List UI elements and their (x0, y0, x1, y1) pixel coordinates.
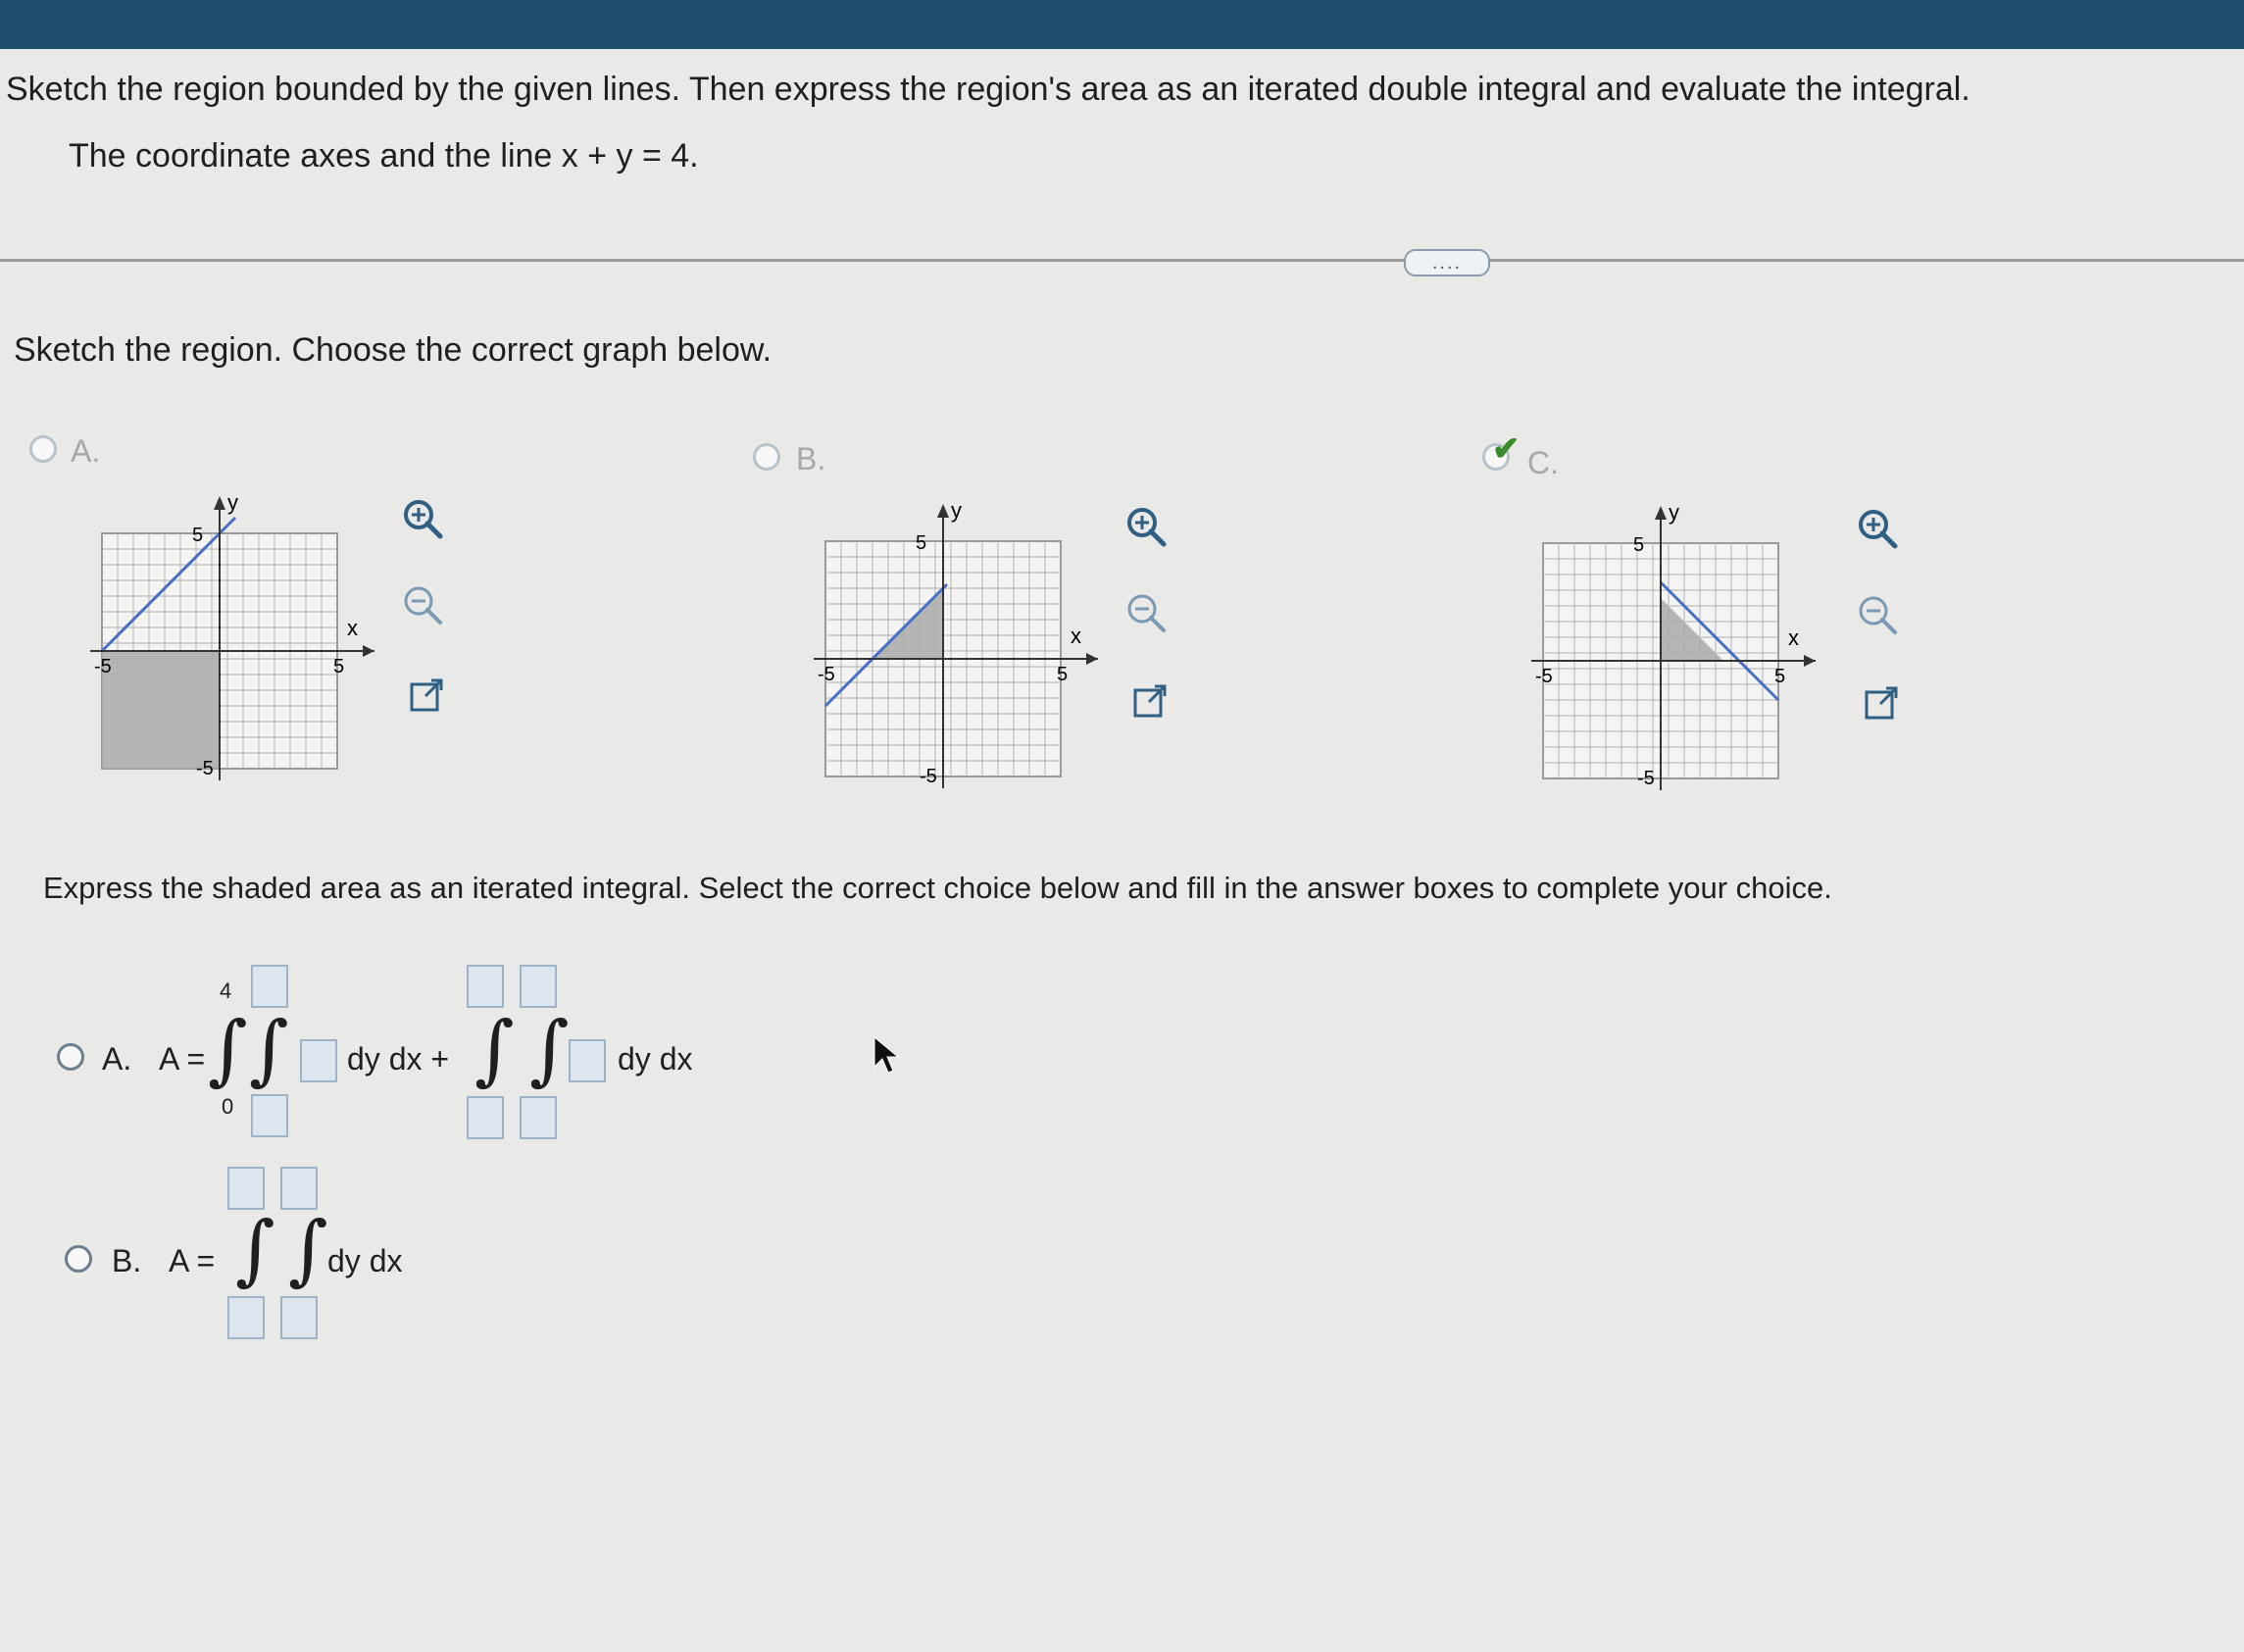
integral-sign: ∫ (288, 1206, 328, 1294)
integral-a-lower-limit: 0 (222, 1094, 234, 1119)
graph-option-c[interactable]: y x 5 -5 5 -5 (1531, 500, 1845, 794)
more-button[interactable]: .... (1404, 249, 1490, 276)
integral-sign: ∫ (208, 1006, 248, 1094)
outer-upper-limit-input[interactable] (467, 965, 504, 1008)
integral-a-term2-suffix: dy dx (618, 1041, 693, 1076)
inner-upper-limit-input[interactable] (280, 1167, 318, 1210)
integral-sign: ∫ (249, 1006, 289, 1094)
integral-option-b-radio[interactable] (65, 1245, 92, 1273)
x-tick-5: 5 (333, 656, 344, 677)
y-tick-neg5: -5 (196, 758, 214, 779)
x-axis-label: x (1788, 626, 1799, 650)
external-link-icon[interactable] (1859, 680, 1904, 726)
graph-option-a[interactable]: y x 5 -5 5 -5 (90, 490, 404, 784)
graph-option-c-label[interactable]: C. (1527, 445, 1559, 481)
problem-instruction: Sketch the region bounded by the given l… (6, 71, 1970, 108)
part1-prompt: Sketch the region. Choose the correct gr… (14, 331, 773, 369)
outer-lower-limit-input[interactable] (467, 1096, 504, 1139)
integral-option-b-label[interactable]: B. (112, 1243, 141, 1279)
y-tick-5: 5 (916, 532, 926, 554)
y-tick-5: 5 (192, 525, 203, 546)
inner-lower-limit-input[interactable] (251, 1094, 288, 1137)
zoom-in-icon[interactable] (400, 496, 445, 541)
problem-given: The coordinate axes and the line x + y =… (69, 137, 699, 175)
integral-b-suffix: dy dx (327, 1243, 403, 1278)
graph-option-b-label[interactable]: B. (796, 441, 825, 477)
shaded-region (102, 651, 220, 769)
y-axis-arrow (937, 504, 949, 518)
inner-upper-limit-input[interactable] (251, 965, 288, 1008)
x-tick-5: 5 (1057, 664, 1068, 685)
integral-option-a-label[interactable]: A. (102, 1041, 131, 1077)
graph-option-a-label[interactable]: A. (71, 433, 100, 470)
x-axis-label: x (347, 616, 358, 640)
y-axis-label: y (1669, 500, 1679, 525)
top-bar (0, 0, 2244, 49)
inner-lower-limit-input[interactable] (280, 1296, 318, 1339)
integral-option-a-radio[interactable] (57, 1043, 84, 1071)
graph-option-a-radio[interactable] (29, 435, 57, 463)
integral-b-lhs: A = (169, 1243, 216, 1278)
integrand-input[interactable] (300, 1039, 337, 1082)
checkmark-icon: ✔ (1492, 430, 1521, 468)
external-link-icon[interactable] (404, 673, 449, 718)
zoom-out-icon[interactable] (1123, 590, 1169, 635)
zoom-out-icon[interactable] (1855, 592, 1900, 637)
outer-upper-limit-input[interactable] (227, 1167, 265, 1210)
x-tick-neg5: -5 (818, 664, 835, 685)
integral-a-term1-suffix: dy dx + (347, 1041, 450, 1076)
y-tick-neg5: -5 (920, 766, 937, 787)
zoom-out-icon[interactable] (400, 582, 445, 627)
integral-sign: ∫ (474, 1006, 515, 1094)
x-axis-label: x (1071, 624, 1081, 648)
integrand-input[interactable] (569, 1039, 606, 1082)
integral-sign: ∫ (529, 1006, 570, 1094)
zoom-in-icon[interactable] (1123, 504, 1169, 549)
y-axis-arrow (1655, 506, 1667, 520)
graph-option-b-radio[interactable] (753, 443, 780, 471)
mouse-cursor-icon (873, 1035, 900, 1074)
y-tick-neg5: -5 (1637, 768, 1655, 789)
x-axis-arrow (1086, 653, 1098, 665)
outer-lower-limit-input[interactable] (227, 1296, 265, 1339)
inner-upper-limit-input[interactable] (520, 965, 557, 1008)
y-axis-arrow (214, 496, 225, 510)
integral-a-lhs: A = (159, 1041, 206, 1076)
inner-lower-limit-input[interactable] (520, 1096, 557, 1139)
integral-sign: ∫ (235, 1206, 275, 1294)
x-tick-neg5: -5 (1535, 666, 1553, 687)
external-link-icon[interactable] (1127, 678, 1172, 724)
zoom-in-icon[interactable] (1855, 506, 1900, 551)
y-axis-label: y (951, 498, 962, 523)
x-tick-neg5: -5 (94, 656, 112, 677)
part2-prompt: Express the shaded area as an iterated i… (43, 871, 1832, 905)
graph-option-b[interactable]: y x 5 -5 5 -5 (814, 498, 1127, 792)
divider (0, 259, 2244, 262)
x-axis-arrow (363, 645, 374, 657)
y-tick-5: 5 (1633, 534, 1644, 556)
y-axis-label: y (227, 490, 238, 515)
x-axis-arrow (1804, 655, 1816, 667)
x-tick-5: 5 (1774, 666, 1785, 687)
integral-a-upper-limit: 4 (220, 978, 232, 1003)
